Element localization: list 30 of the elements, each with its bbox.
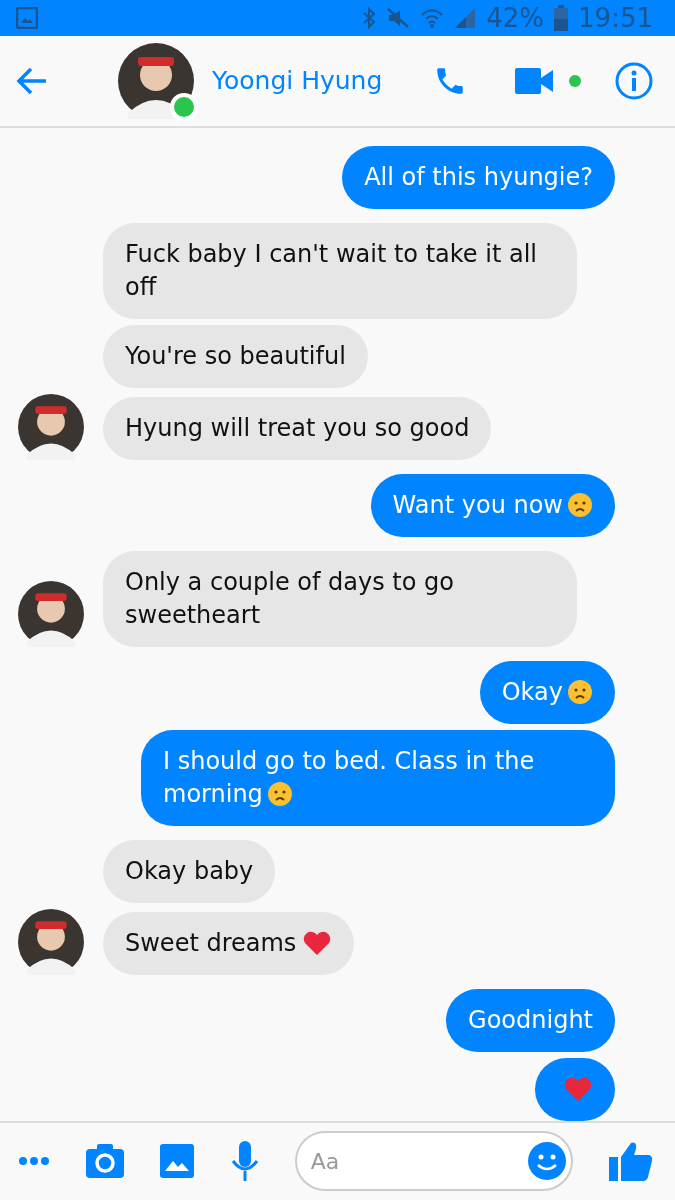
info-icon[interactable] [615,61,653,100]
bluetooth-icon [362,5,377,30]
more-options-icon[interactable] [18,1156,50,1167]
camera-icon[interactable] [86,1144,125,1179]
message-bubble: Fuck baby I can't wait to take it all off [103,222,577,319]
message-input[interactable]: Aa [308,1147,527,1175]
message-bubble: Sweet dreams [103,911,355,975]
battery-icon [554,4,569,31]
gallery-icon [16,6,38,29]
emoji-icon[interactable] [526,1141,567,1182]
message-bubble: All of this hyungie? [342,145,615,209]
message-bubble: Hyung will treat you so good [103,396,492,460]
thumbs-up-icon[interactable] [608,1141,653,1182]
video-camera-icon[interactable] [515,67,555,94]
back-arrow-icon[interactable] [16,65,48,96]
message-bubble: Goodnight [446,988,615,1052]
message-field[interactable]: Aa [294,1131,573,1192]
message-bubble: Okay baby [103,839,276,903]
message-bubble: Want you now [370,473,615,537]
contact-name[interactable]: Yoongi Hyung [212,66,383,96]
message-bubble: You're so beautiful [103,324,368,388]
battery-percentage: 42% [486,2,545,33]
mute-icon [386,6,411,29]
message-bubble: Okay [479,660,615,724]
signal-icon [454,6,477,29]
clock-time: 19:51 [578,2,653,33]
image-icon[interactable] [160,1144,195,1179]
message-bubble: I should go to bed. Class in the morning [141,729,615,826]
message-bubble: Only a couple of days to go sweetheart [103,550,577,647]
microphone-icon[interactable] [230,1141,259,1182]
